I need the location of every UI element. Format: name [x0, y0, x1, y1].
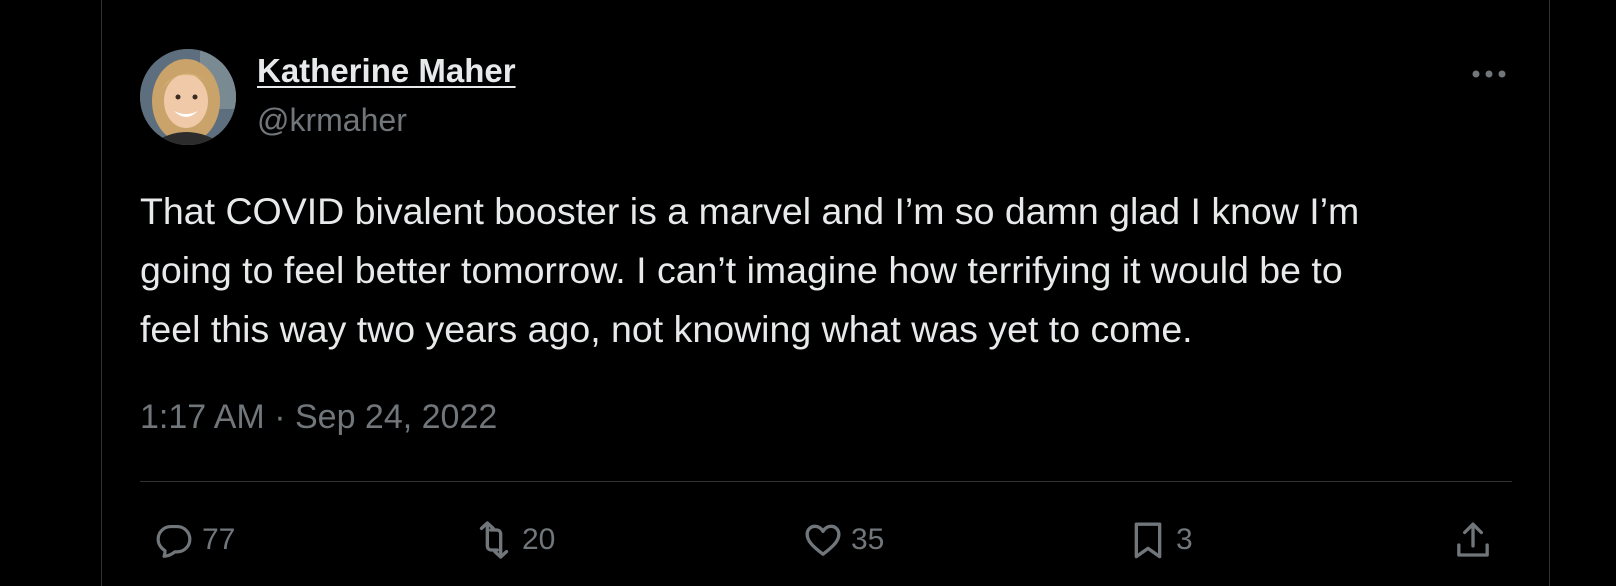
bookmark-icon: [1124, 516, 1172, 564]
tweet-time[interactable]: 1:17 AM: [140, 398, 265, 436]
retweet-icon: [470, 516, 518, 564]
bookmark-count: 3: [1176, 523, 1193, 556]
reply-icon: [150, 516, 198, 564]
share-icon: [1449, 516, 1497, 564]
tweet-text-line: going to feel better tomorrow. I can’t i…: [140, 249, 1343, 291]
author-name[interactable]: Katherine Maher: [257, 52, 516, 90]
bookmark-button[interactable]: 3: [1124, 516, 1193, 564]
avatar[interactable]: [140, 49, 236, 145]
like-count: 35: [851, 523, 885, 556]
tweet-date[interactable]: Sep 24, 2022: [295, 398, 497, 436]
share-button[interactable]: [1449, 516, 1497, 564]
tweet-text-line: feel this way two years ago, not knowing…: [140, 308, 1193, 350]
retweet-count: 20: [522, 523, 556, 556]
divider: [140, 481, 1512, 482]
tweet-timestamp: 1:17 AM · Sep 24, 2022: [140, 398, 497, 437]
meta-separator: ·: [274, 398, 286, 436]
tweet-text: That COVID bivalent booster is a marvel …: [140, 182, 1520, 359]
author-handle[interactable]: @krmaher: [257, 102, 407, 139]
more-options-button[interactable]: [1466, 54, 1512, 94]
reply-button[interactable]: 77: [150, 516, 235, 564]
heart-icon: [799, 516, 847, 564]
avatar-image: [140, 49, 236, 145]
retweet-button[interactable]: 20: [470, 516, 555, 564]
reply-count: 77: [202, 523, 236, 556]
more-options-icon: [1472, 70, 1506, 78]
like-button[interactable]: 35: [799, 516, 884, 564]
tweet-text-line: That COVID bivalent booster is a marvel …: [140, 190, 1360, 232]
